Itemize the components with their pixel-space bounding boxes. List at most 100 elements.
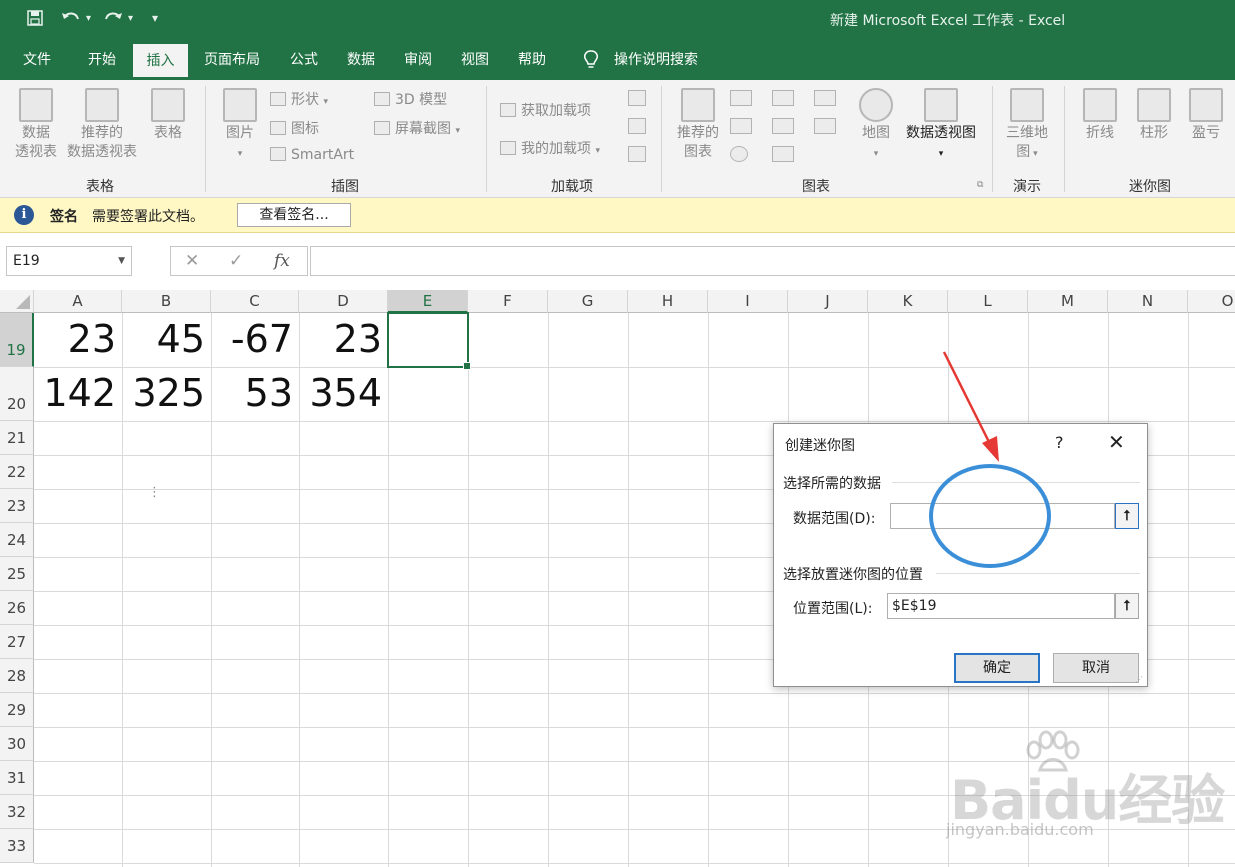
formula-input[interactable] <box>310 246 1235 276</box>
enter-icon[interactable]: ✓ <box>229 251 243 271</box>
recommended-charts-button[interactable]: 推荐的 图表 <box>672 88 724 162</box>
row-header-27[interactable]: 27 <box>0 625 34 659</box>
selected-cell-e19[interactable] <box>387 312 471 370</box>
pivot-table-button[interactable]: 数据 透视表 <box>10 88 62 162</box>
tab-review[interactable]: 审阅 <box>394 40 442 80</box>
table-button[interactable]: 表格 <box>146 88 190 143</box>
cell-c19[interactable]: -67 <box>211 313 299 367</box>
3d-models-button[interactable]: 3D 模型 <box>374 89 447 109</box>
tab-page-layout[interactable]: 页面布局 <box>196 40 268 80</box>
statistic-chart-icon[interactable] <box>772 118 794 134</box>
column-header-k[interactable]: K <box>868 290 948 313</box>
help-icon[interactable]: ? <box>1055 433 1064 452</box>
column-chart-icon[interactable] <box>730 90 752 106</box>
row-header-20[interactable]: 20 <box>0 367 34 421</box>
tab-help[interactable]: 帮助 <box>508 40 556 80</box>
cell-d19[interactable]: 23 <box>299 313 388 367</box>
tab-file[interactable]: 文件 <box>14 40 60 80</box>
data-range-collapse-icon[interactable]: ⭡ <box>1115 503 1139 529</box>
row-header-21[interactable]: 21 <box>0 421 34 455</box>
data-range-input[interactable] <box>890 503 1115 529</box>
map-chart-button[interactable]: 地图 ▾ <box>856 88 896 164</box>
sparkline-winloss-button[interactable]: 盈亏 <box>1182 88 1230 143</box>
column-header-j[interactable]: J <box>788 290 868 313</box>
row-header-26[interactable]: 26 <box>0 591 34 625</box>
cell-b19[interactable]: 45 <box>122 313 211 367</box>
scatter-chart-icon[interactable] <box>772 146 794 162</box>
column-header-l[interactable]: L <box>948 290 1028 313</box>
select-all-corner[interactable] <box>0 290 34 313</box>
waterfall-chart-icon[interactable] <box>814 90 836 106</box>
row-header-29[interactable]: 29 <box>0 693 34 727</box>
resize-grip-icon[interactable]: ⋰ <box>1135 675 1143 684</box>
cell-c20[interactable]: 53 <box>211 367 299 421</box>
cell-a20[interactable]: 142 <box>34 367 122 421</box>
screenshot-button[interactable]: 屏幕截图 ▾ <box>374 118 460 138</box>
row-header-24[interactable]: 24 <box>0 523 34 557</box>
pivot-chart-button[interactable]: 数据透视图 ▾ <box>902 88 980 164</box>
column-header-b[interactable]: B <box>122 290 211 313</box>
cancel-icon[interactable]: ✕ <box>185 251 199 271</box>
row-header-23[interactable]: 23 <box>0 489 34 523</box>
redo-dropdown-icon[interactable]: ▾ <box>128 13 133 24</box>
cell-a19[interactable]: 23 <box>34 313 122 367</box>
redo-icon[interactable] <box>102 9 124 31</box>
cancel-button[interactable]: 取消 <box>1053 653 1139 683</box>
hierarchy-chart-icon[interactable] <box>772 90 794 106</box>
column-header-o[interactable]: O <box>1188 290 1235 313</box>
row-header-22[interactable]: 22 <box>0 455 34 489</box>
undo-icon[interactable] <box>60 9 82 31</box>
column-header-g[interactable]: G <box>548 290 628 313</box>
tab-data[interactable]: 数据 <box>337 40 385 80</box>
row-header-30[interactable]: 30 <box>0 727 34 761</box>
row-header-33[interactable]: 33 <box>0 829 34 863</box>
tab-home[interactable]: 开始 <box>78 40 126 80</box>
column-header-e[interactable]: E <box>388 290 468 313</box>
pie-chart-icon[interactable] <box>730 146 748 162</box>
sparkline-column-button[interactable]: 柱形 <box>1130 88 1178 143</box>
row-header-25[interactable]: 25 <box>0 557 34 591</box>
icons-button[interactable]: 图标 <box>270 118 319 138</box>
ok-button[interactable]: 确定 <box>954 653 1040 683</box>
cell-b20[interactable]: 325 <box>122 367 211 421</box>
sparkline-line-button[interactable]: 折线 <box>1076 88 1124 143</box>
name-box-dropdown-icon[interactable]: ▼ <box>118 247 125 275</box>
row-header-28[interactable]: 28 <box>0 659 34 693</box>
pictures-button[interactable]: 图片 ▾ <box>218 88 262 164</box>
my-addins-button[interactable]: 我的加载项 ▾ <box>500 138 600 158</box>
column-header-d[interactable]: D <box>299 290 388 313</box>
column-header-n[interactable]: N <box>1108 290 1188 313</box>
people-graph-icon[interactable] <box>628 146 646 162</box>
column-header-m[interactable]: M <box>1028 290 1108 313</box>
row-header-19[interactable]: 19 <box>0 313 34 367</box>
column-header-i[interactable]: I <box>708 290 788 313</box>
column-header-f[interactable]: F <box>468 290 548 313</box>
name-box[interactable]: E19 ▼ <box>6 246 132 276</box>
close-icon[interactable]: ✕ <box>1108 430 1125 454</box>
bing-maps-icon[interactable] <box>628 118 646 134</box>
customize-toolbar-icon[interactable]: ▾ <box>152 11 158 25</box>
row-header-31[interactable]: 31 <box>0 761 34 795</box>
view-signatures-button[interactable]: 查看签名... <box>237 203 351 227</box>
cell-d20[interactable]: 354 <box>299 367 388 421</box>
recommended-pivot-button[interactable]: 推荐的 数据透视表 <box>63 88 141 162</box>
smartart-button[interactable]: SmartArt <box>270 147 354 163</box>
save-icon[interactable] <box>26 9 44 31</box>
column-header-c[interactable]: C <box>211 290 299 313</box>
line-chart-icon[interactable] <box>730 118 752 134</box>
column-header-a[interactable]: A <box>34 290 122 313</box>
tell-me-search[interactable]: 操作说明搜索 <box>608 40 704 80</box>
tab-formulas[interactable]: 公式 <box>280 40 328 80</box>
tab-insert[interactable]: 插入 <box>133 44 188 80</box>
column-header-h[interactable]: H <box>628 290 708 313</box>
3d-map-button[interactable]: 三维地 图 ▾ <box>1000 88 1054 164</box>
charts-dialog-launcher-icon[interactable]: ⧉ <box>977 180 983 190</box>
shapes-button[interactable]: 形状 ▾ <box>270 89 328 109</box>
get-addins-button[interactable]: 获取加载项 <box>500 100 591 120</box>
undo-dropdown-icon[interactable]: ▾ <box>86 13 91 24</box>
tab-view[interactable]: 视图 <box>451 40 499 80</box>
location-range-collapse-icon[interactable]: ⭡ <box>1115 593 1139 619</box>
row-header-32[interactable]: 32 <box>0 795 34 829</box>
insert-function-icon[interactable]: fx <box>274 251 290 271</box>
combo-chart-icon[interactable] <box>814 118 836 134</box>
